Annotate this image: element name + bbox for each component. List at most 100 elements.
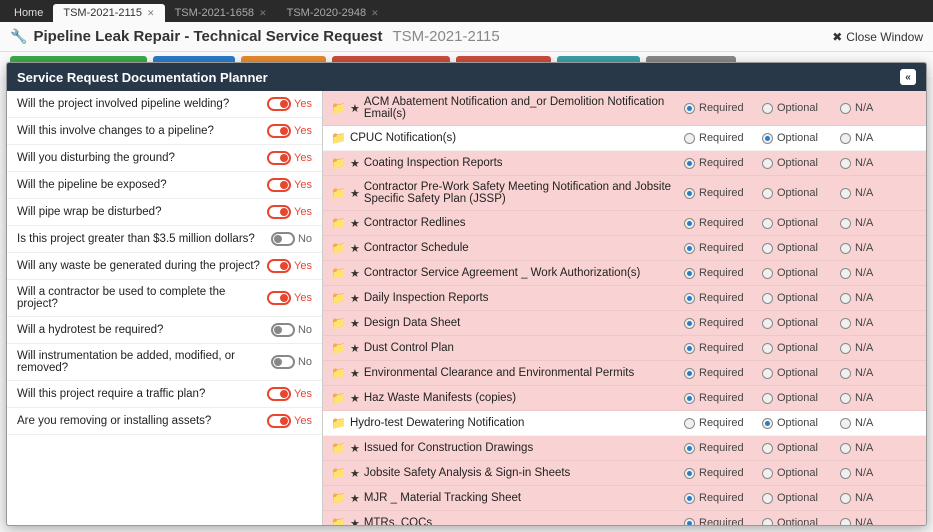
question-text: Will this project require a traffic plan… <box>17 388 205 400</box>
question-row: Will pipe wrap be disturbed?Yes <box>7 199 322 226</box>
close-window-button[interactable]: ✖ Close Window <box>832 30 923 44</box>
radio-na[interactable]: N/A <box>840 267 918 279</box>
radio-optional[interactable]: Optional <box>762 467 840 479</box>
radio-na[interactable]: N/A <box>840 157 918 169</box>
radio-na[interactable]: N/A <box>840 517 918 525</box>
radio-required[interactable]: Required <box>684 132 762 144</box>
radio-required[interactable]: Required <box>684 442 762 454</box>
modal-collapse-button[interactable]: « <box>900 69 916 85</box>
document-row: 📁★ACM Abatement Notification and_or Demo… <box>323 91 926 126</box>
question-toggle[interactable]: No <box>271 232 312 246</box>
question-toggle[interactable]: Yes <box>267 259 312 273</box>
folder-icon: 📁 <box>331 466 346 480</box>
question-toggle[interactable]: Yes <box>267 151 312 165</box>
radio-optional[interactable]: Optional <box>762 102 840 114</box>
radio-required[interactable]: Required <box>684 267 762 279</box>
radio-na[interactable]: N/A <box>840 292 918 304</box>
radio-icon <box>762 103 773 114</box>
document-row: 📁★Design Data SheetRequiredOptionalN/A <box>323 311 926 336</box>
radio-na[interactable]: N/A <box>840 417 918 429</box>
radio-icon <box>840 343 851 354</box>
radio-optional[interactable]: Optional <box>762 492 840 504</box>
question-toggle[interactable]: No <box>271 355 312 369</box>
radio-icon <box>762 158 773 169</box>
radio-optional[interactable]: Optional <box>762 292 840 304</box>
radio-optional[interactable]: Optional <box>762 342 840 354</box>
question-row: Will any waste be generated during the p… <box>7 253 322 280</box>
document-name: ACM Abatement Notification and_or Demoli… <box>364 96 684 120</box>
radio-required[interactable]: Required <box>684 392 762 404</box>
document-row: 📁★Contractor RedlinesRequiredOptionalN/A <box>323 211 926 236</box>
document-name: CPUC Notification(s) <box>350 132 456 144</box>
tab-record-2[interactable]: TSM-2020-2948✕ <box>277 4 389 22</box>
star-icon: ★ <box>350 342 360 355</box>
radio-na[interactable]: N/A <box>840 492 918 504</box>
radio-optional[interactable]: Optional <box>762 242 840 254</box>
document-row: 📁★Issued for Construction DrawingsRequir… <box>323 436 926 461</box>
question-toggle[interactable]: Yes <box>267 124 312 138</box>
radio-required[interactable]: Required <box>684 367 762 379</box>
tab-home[interactable]: Home <box>4 4 53 22</box>
radio-optional[interactable]: Optional <box>762 187 840 199</box>
tab-close-icon[interactable]: ✕ <box>371 8 379 19</box>
radio-na[interactable]: N/A <box>840 242 918 254</box>
radio-required[interactable]: Required <box>684 242 762 254</box>
radio-optional[interactable]: Optional <box>762 442 840 454</box>
folder-icon: 📁 <box>331 241 346 255</box>
radio-na[interactable]: N/A <box>840 132 918 144</box>
radio-optional[interactable]: Optional <box>762 367 840 379</box>
radio-icon <box>762 218 773 229</box>
radio-icon <box>762 133 773 144</box>
radio-required[interactable]: Required <box>684 517 762 525</box>
radio-required[interactable]: Required <box>684 292 762 304</box>
radio-na[interactable]: N/A <box>840 392 918 404</box>
radio-required[interactable]: Required <box>684 417 762 429</box>
document-name: Hydro-test Dewatering Notification <box>350 417 525 429</box>
radio-optional[interactable]: Optional <box>762 267 840 279</box>
question-toggle[interactable]: Yes <box>267 97 312 111</box>
radio-icon <box>762 268 773 279</box>
question-toggle[interactable]: Yes <box>267 387 312 401</box>
radio-optional[interactable]: Optional <box>762 392 840 404</box>
radio-required[interactable]: Required <box>684 317 762 329</box>
radio-na[interactable]: N/A <box>840 217 918 229</box>
question-toggle[interactable]: Yes <box>267 414 312 428</box>
radio-optional[interactable]: Optional <box>762 217 840 229</box>
radio-na[interactable]: N/A <box>840 342 918 354</box>
radio-optional[interactable]: Optional <box>762 417 840 429</box>
radio-icon <box>840 103 851 114</box>
document-row: 📁★Daily Inspection ReportsRequiredOption… <box>323 286 926 311</box>
radio-required[interactable]: Required <box>684 187 762 199</box>
question-text: Will you disturbing the ground? <box>17 152 175 164</box>
star-icon: ★ <box>350 317 360 330</box>
question-toggle[interactable]: No <box>271 323 312 337</box>
document-row: 📁★Haz Waste Manifests (copies)RequiredOp… <box>323 386 926 411</box>
radio-required[interactable]: Required <box>684 467 762 479</box>
radio-na[interactable]: N/A <box>840 317 918 329</box>
tab-close-icon[interactable]: ✕ <box>147 8 155 19</box>
question-toggle[interactable]: Yes <box>267 178 312 192</box>
document-name: Daily Inspection Reports <box>364 292 489 304</box>
radio-optional[interactable]: Optional <box>762 157 840 169</box>
document-row: 📁★Contractor Service Agreement _ Work Au… <box>323 261 926 286</box>
question-toggle[interactable]: Yes <box>267 205 312 219</box>
tab-record-1[interactable]: TSM-2021-1658✕ <box>165 4 277 22</box>
tab-close-icon[interactable]: ✕ <box>259 8 267 19</box>
radio-na[interactable]: N/A <box>840 442 918 454</box>
radio-na[interactable]: N/A <box>840 367 918 379</box>
question-toggle[interactable]: Yes <box>267 291 312 305</box>
radio-na[interactable]: N/A <box>840 102 918 114</box>
question-row: Will this involve changes to a pipeline?… <box>7 118 322 145</box>
radio-required[interactable]: Required <box>684 217 762 229</box>
radio-optional[interactable]: Optional <box>762 317 840 329</box>
folder-icon: 📁 <box>331 491 346 505</box>
radio-optional[interactable]: Optional <box>762 517 840 525</box>
radio-required[interactable]: Required <box>684 492 762 504</box>
radio-required[interactable]: Required <box>684 342 762 354</box>
radio-required[interactable]: Required <box>684 102 762 114</box>
radio-optional[interactable]: Optional <box>762 132 840 144</box>
tab-record-0[interactable]: TSM-2021-2115✕ <box>53 4 164 22</box>
radio-na[interactable]: N/A <box>840 467 918 479</box>
radio-na[interactable]: N/A <box>840 187 918 199</box>
radio-required[interactable]: Required <box>684 157 762 169</box>
